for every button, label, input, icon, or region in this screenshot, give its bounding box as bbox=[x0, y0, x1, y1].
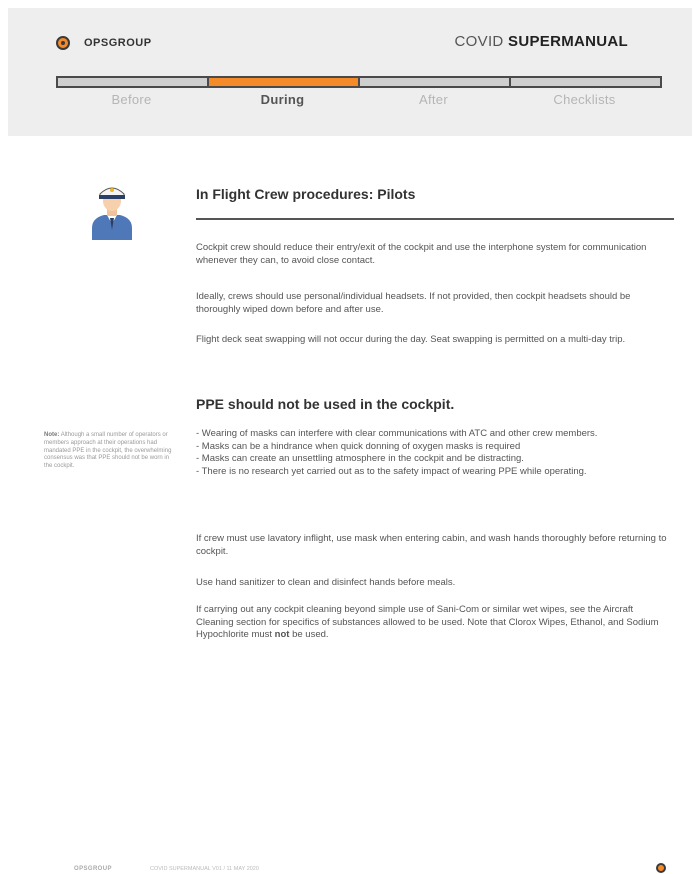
list-item: - Masks can create an unsettling atmosph… bbox=[196, 453, 524, 464]
footer-brand: OPSGROUP bbox=[74, 866, 112, 872]
list-item: - Wearing of masks can interfere with cl… bbox=[196, 428, 598, 439]
section-progress-bar bbox=[56, 76, 662, 88]
tab-checklists[interactable]: Checklists bbox=[509, 92, 660, 107]
side-note-text: Although a small number of operators or … bbox=[44, 432, 172, 470]
title-bold: SUPERMANUAL bbox=[508, 33, 628, 50]
progress-segment-before bbox=[56, 76, 209, 88]
pilot-icon bbox=[92, 187, 132, 240]
emphasis-not: not bbox=[274, 629, 290, 640]
paragraph-cleaning: If carrying out any cockpit cleaning bey… bbox=[196, 604, 670, 642]
ppe-bullet-list: - Wearing of masks can interfere with cl… bbox=[196, 428, 670, 478]
paragraph-sanitizer: Use hand sanitizer to clean and disinfec… bbox=[196, 577, 456, 588]
section-heading-pilots: In Flight Crew procedures: Pilots bbox=[196, 186, 416, 202]
section-tabs: Before During After Checklists bbox=[56, 92, 660, 107]
progress-segment-after bbox=[358, 76, 511, 88]
side-note-label: Note: bbox=[44, 432, 60, 438]
paragraph-seat-swapping: Flight deck seat swapping will not occur… bbox=[196, 334, 626, 345]
paragraph-interphone: Cockpit crew should reduce their entry/e… bbox=[196, 242, 647, 266]
tab-during[interactable]: During bbox=[207, 92, 358, 107]
cleaning-tail: be used. bbox=[289, 629, 329, 640]
footer-text: COVID SUPERMANUAL V01 / 11 MAY 2020 bbox=[150, 866, 259, 872]
side-note: Note: Although a small number of operato… bbox=[44, 432, 176, 471]
list-item: - There is no research yet carried out a… bbox=[196, 465, 587, 477]
brand-name: OPSGROUP bbox=[84, 37, 152, 49]
heading-divider bbox=[196, 218, 674, 220]
title-light: COVID bbox=[454, 33, 509, 50]
section-heading-ppe: PPE should not be used in the cockpit. bbox=[196, 396, 455, 412]
paragraph-lavatory: If crew must use lavatory inflight, use … bbox=[196, 533, 667, 557]
manual-title: COVID SUPERMANUAL bbox=[455, 33, 628, 50]
paragraph-headsets: Ideally, crews should use personal/indiv… bbox=[196, 291, 631, 315]
list-item: - Masks can be a hindrance when quick do… bbox=[196, 440, 521, 452]
opsgroup-logo-icon bbox=[56, 36, 70, 50]
tab-before[interactable]: Before bbox=[56, 92, 207, 107]
footer-logo-icon bbox=[656, 863, 666, 873]
progress-segment-during bbox=[207, 76, 360, 88]
progress-segment-checklists bbox=[509, 76, 662, 88]
cleaning-text: If carrying out any cockpit cleaning bey… bbox=[196, 604, 659, 640]
header-band bbox=[8, 8, 692, 136]
tab-after[interactable]: After bbox=[358, 92, 509, 107]
